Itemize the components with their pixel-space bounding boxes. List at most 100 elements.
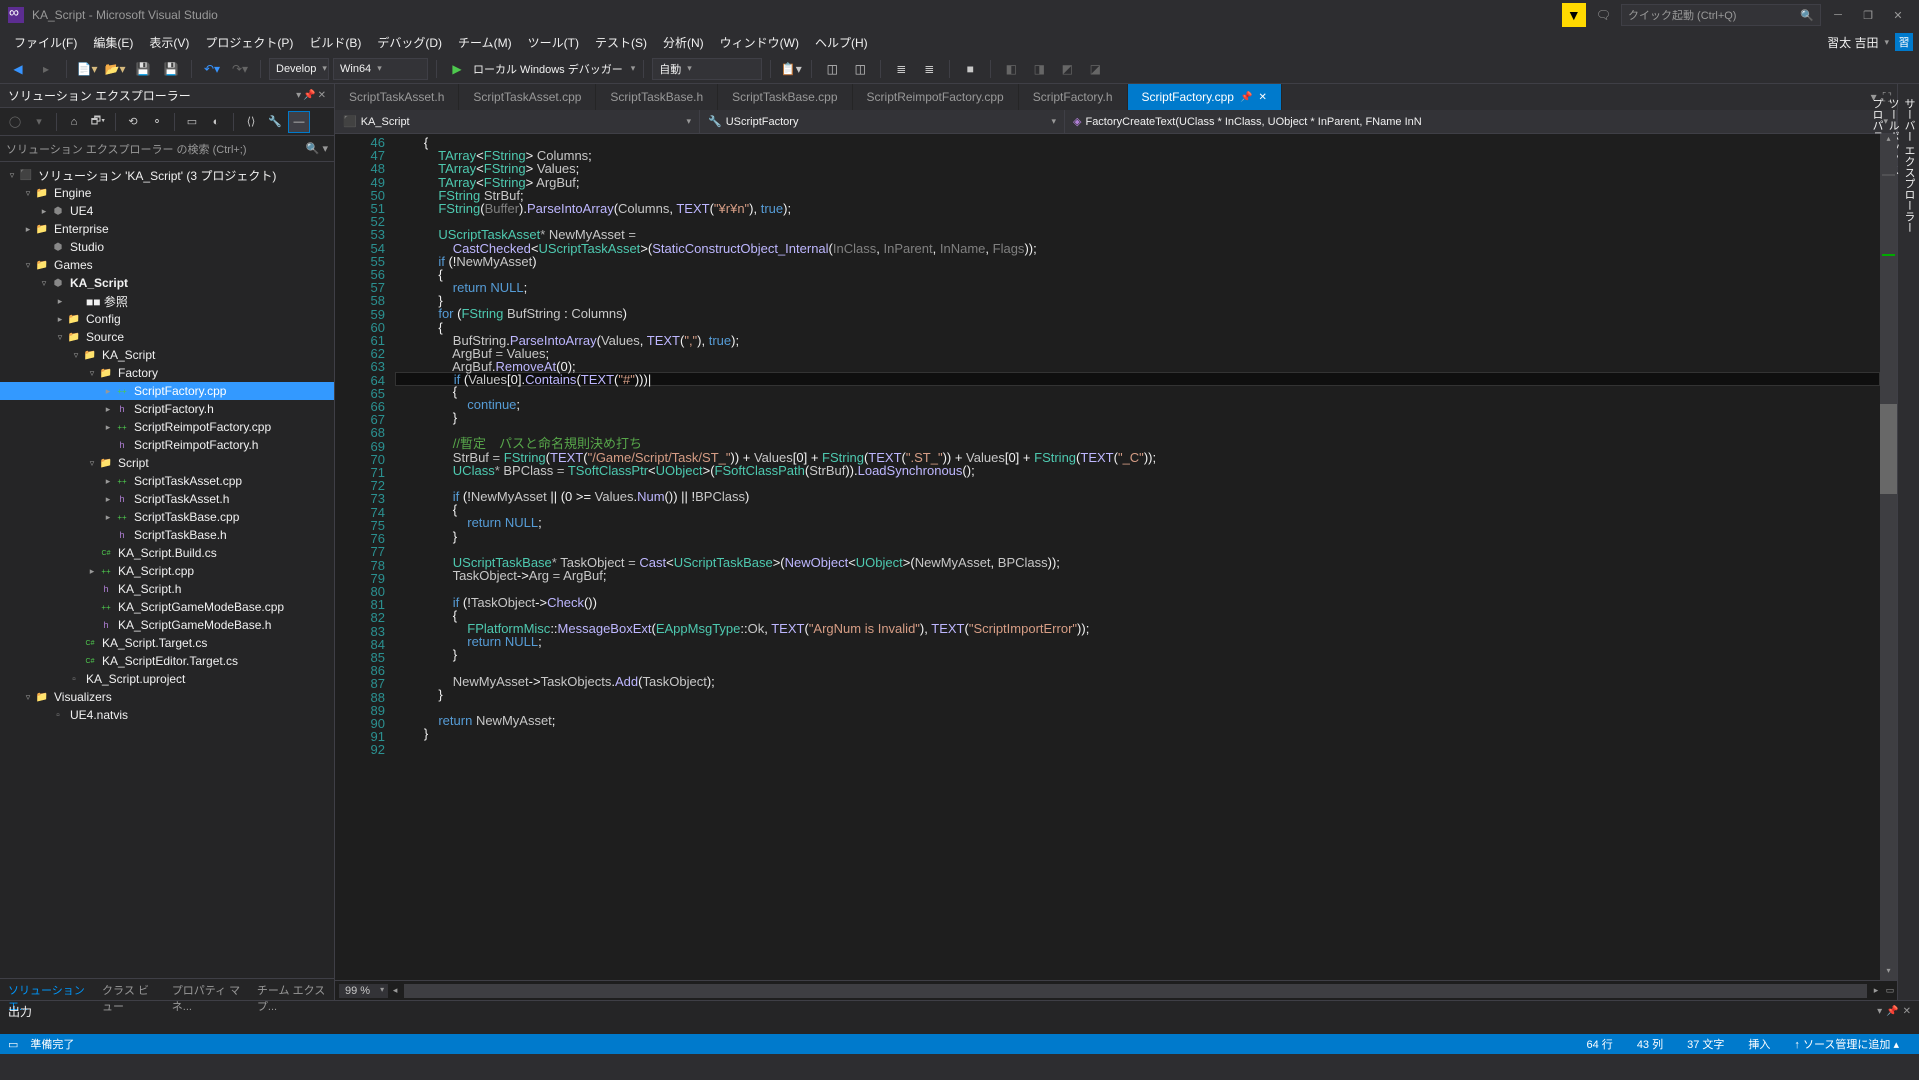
tree-item[interactable]: ScriptReimpotFactory.h (0, 436, 334, 454)
quick-launch-input[interactable]: クイック起動 (Ctrl+Q)🔍 (1621, 4, 1821, 26)
hscroll-left[interactable]: ◂ (388, 985, 402, 996)
tree-item[interactable]: ▸⬢UE4 (0, 202, 334, 220)
tree-item[interactable]: ▿📁Source (0, 328, 334, 346)
tool-icon[interactable]: ⚬ (146, 111, 168, 133)
minimize-button[interactable]: ─ (1825, 4, 1851, 26)
menu-item[interactable]: プロジェクト(P) (197, 32, 301, 53)
file-tab[interactable]: ScriptTaskBase.h (596, 84, 718, 110)
tb-icon-3[interactable]: ◫ (848, 57, 872, 81)
menu-item[interactable]: 編集(E) (85, 32, 141, 53)
tb-icon-5[interactable]: ≣ (917, 57, 941, 81)
tb-icon-6[interactable]: ■ (958, 57, 982, 81)
tree-item[interactable]: ▿📁Visualizers (0, 688, 334, 706)
menu-item[interactable]: 分析(N) (655, 32, 712, 53)
tree-item[interactable]: ⬢Studio (0, 238, 334, 256)
tree-item[interactable]: ▸ScriptReimpotFactory.cpp (0, 418, 334, 436)
preview-icon[interactable]: — (288, 111, 310, 133)
tree-item[interactable]: ▫KA_Script.uproject (0, 670, 334, 688)
nav-back-button[interactable]: ◀ (6, 57, 30, 81)
file-tab[interactable]: ScriptFactory.cpp📌✕ (1128, 84, 1282, 110)
vertical-scrollbar[interactable]: ▴ ▾ (1880, 134, 1897, 980)
tb-icon-1[interactable]: 📋▾ (779, 57, 803, 81)
tree-item[interactable]: ▸📁Enterprise (0, 220, 334, 238)
code-content[interactable]: { TArray<FString> Columns; TArray<FStrin… (395, 134, 1880, 980)
close-button[interactable]: ✕ (1885, 4, 1911, 26)
feedback-icon[interactable]: 🗨 (1590, 8, 1617, 22)
pin-icon[interactable]: 📌 (303, 90, 315, 101)
tb-icon-8[interactable]: ◨ (1027, 57, 1051, 81)
tree-item[interactable]: ▿📁Script (0, 454, 334, 472)
back-icon2[interactable]: ▾ (28, 111, 50, 133)
tree-item[interactable]: ▸📁Config (0, 310, 334, 328)
solution-tree[interactable]: ▿⬛ソリューション 'KA_Script' (3 プロジェクト)▿📁Engine… (0, 162, 334, 978)
menu-item[interactable]: ウィンドウ(W) (712, 32, 807, 53)
collapse-icon[interactable]: ⟨⟩ (240, 111, 262, 133)
tb-icon-2[interactable]: ◫ (820, 57, 844, 81)
tab-team-explorer[interactable]: チーム エクスプ... (249, 979, 334, 1000)
output-pin-icon[interactable]: 📌 (1886, 1006, 1898, 1017)
tree-item[interactable]: ▿⬛ソリューション 'KA_Script' (3 プロジェクト) (0, 166, 334, 184)
file-tab[interactable]: ScriptTaskAsset.h (335, 84, 459, 110)
home-icon[interactable]: ⌂ (63, 111, 85, 133)
undo-button[interactable]: ↶▾ (200, 57, 224, 81)
tb-icon-10[interactable]: ◪ (1083, 57, 1107, 81)
tree-item[interactable]: ▸ScriptTaskBase.cpp (0, 508, 334, 526)
refresh-icon[interactable]: ◐ (205, 111, 227, 133)
tree-item[interactable]: ▸■■ 参照 (0, 292, 334, 310)
file-tab[interactable]: ScriptFactory.h (1019, 84, 1128, 110)
menu-item[interactable]: テスト(S) (587, 32, 655, 53)
menu-item[interactable]: ファイル(F) (6, 32, 85, 53)
tree-item[interactable]: ScriptTaskBase.h (0, 526, 334, 544)
nav-project-combo[interactable]: ⬛KA_Script (335, 110, 700, 133)
tree-item[interactable]: ▸ScriptFactory.cpp (0, 382, 334, 400)
tree-item[interactable]: KA_Script.Build.cs (0, 544, 334, 562)
dropdown-icon[interactable]: ▾ (296, 90, 301, 101)
file-tab[interactable]: ScriptTaskBase.cpp (718, 84, 852, 110)
auto-combo[interactable]: 自動 (652, 58, 762, 80)
menu-item[interactable]: 表示(V) (141, 32, 197, 53)
nav-class-combo[interactable]: 🔧UScriptFactory (700, 110, 1065, 133)
toggle-icon[interactable]: 🗗▾ (87, 111, 109, 133)
code-editor[interactable]: 4647484950515253545556575859606162636465… (335, 134, 1897, 980)
restore-button[interactable]: ❐ (1855, 4, 1881, 26)
config-combo[interactable]: Develop (269, 58, 329, 80)
new-project-button[interactable]: 📄▾ (75, 57, 99, 81)
tb-icon-9[interactable]: ◩ (1055, 57, 1079, 81)
user-badge[interactable]: 習 (1895, 33, 1913, 51)
file-tab[interactable]: ScriptTaskAsset.cpp (459, 84, 596, 110)
tree-item[interactable]: ▿📁Games (0, 256, 334, 274)
tree-item[interactable]: KA_Script.h (0, 580, 334, 598)
tree-item[interactable]: ▿📁Factory (0, 364, 334, 382)
menu-item[interactable]: ツール(T) (520, 32, 587, 53)
tree-item[interactable]: ▸ScriptTaskAsset.cpp (0, 472, 334, 490)
save-all-button[interactable]: 💾 (159, 57, 183, 81)
close-panel-icon[interactable]: ✕ (318, 90, 326, 101)
tree-item[interactable]: ▫UE4.natvis (0, 706, 334, 724)
tb-icon-4[interactable]: ≣ (889, 57, 913, 81)
tree-item[interactable]: KA_Script.Target.cs (0, 634, 334, 652)
tab-solution-explorer[interactable]: ソリューション エ... (0, 979, 94, 1000)
tree-item[interactable]: KA_ScriptGameModeBase.cpp (0, 598, 334, 616)
sync-icon[interactable]: ⟲ (122, 111, 144, 133)
show-all-icon[interactable]: ▭ (181, 111, 203, 133)
solution-search-input[interactable]: ソリューション エクスプローラー の検索 (Ctrl+;)🔍 ▾ (0, 136, 334, 162)
tb-icon-7[interactable]: ◧ (999, 57, 1023, 81)
menu-item[interactable]: ビルド(B) (301, 32, 369, 53)
tree-item[interactable]: KA_ScriptGameModeBase.h (0, 616, 334, 634)
tab-class-view[interactable]: クラス ビュー (94, 979, 164, 1000)
vtab-server-explorer[interactable]: サーバー エクスプローラー (1901, 92, 1917, 992)
menu-item[interactable]: ヘルプ(H) (807, 32, 876, 53)
zoom-combo[interactable]: 99 % (339, 984, 388, 998)
tree-item[interactable]: ▿📁Engine (0, 184, 334, 202)
tab-property-manager[interactable]: プロパティ マネ... (164, 979, 249, 1000)
output-dropdown-icon[interactable]: ▾ (1877, 1006, 1882, 1017)
redo-button[interactable]: ↷▾ (228, 57, 252, 81)
status-src[interactable]: ↑ ソース管理に追加 ▴ (1782, 1036, 1911, 1052)
tree-item[interactable]: ▿⬢KA_Script (0, 274, 334, 292)
debugger-label[interactable]: ローカル Windows デバッガー (473, 61, 623, 77)
platform-combo[interactable]: Win64 (333, 58, 428, 80)
tree-item[interactable]: ▸ScriptTaskAsset.h (0, 490, 334, 508)
tree-item[interactable]: ▸KA_Script.cpp (0, 562, 334, 580)
back-icon[interactable]: ◯ (4, 111, 26, 133)
nav-method-combo[interactable]: ◈FactoryCreateText(UClass * InClass, UOb… (1065, 110, 1897, 133)
